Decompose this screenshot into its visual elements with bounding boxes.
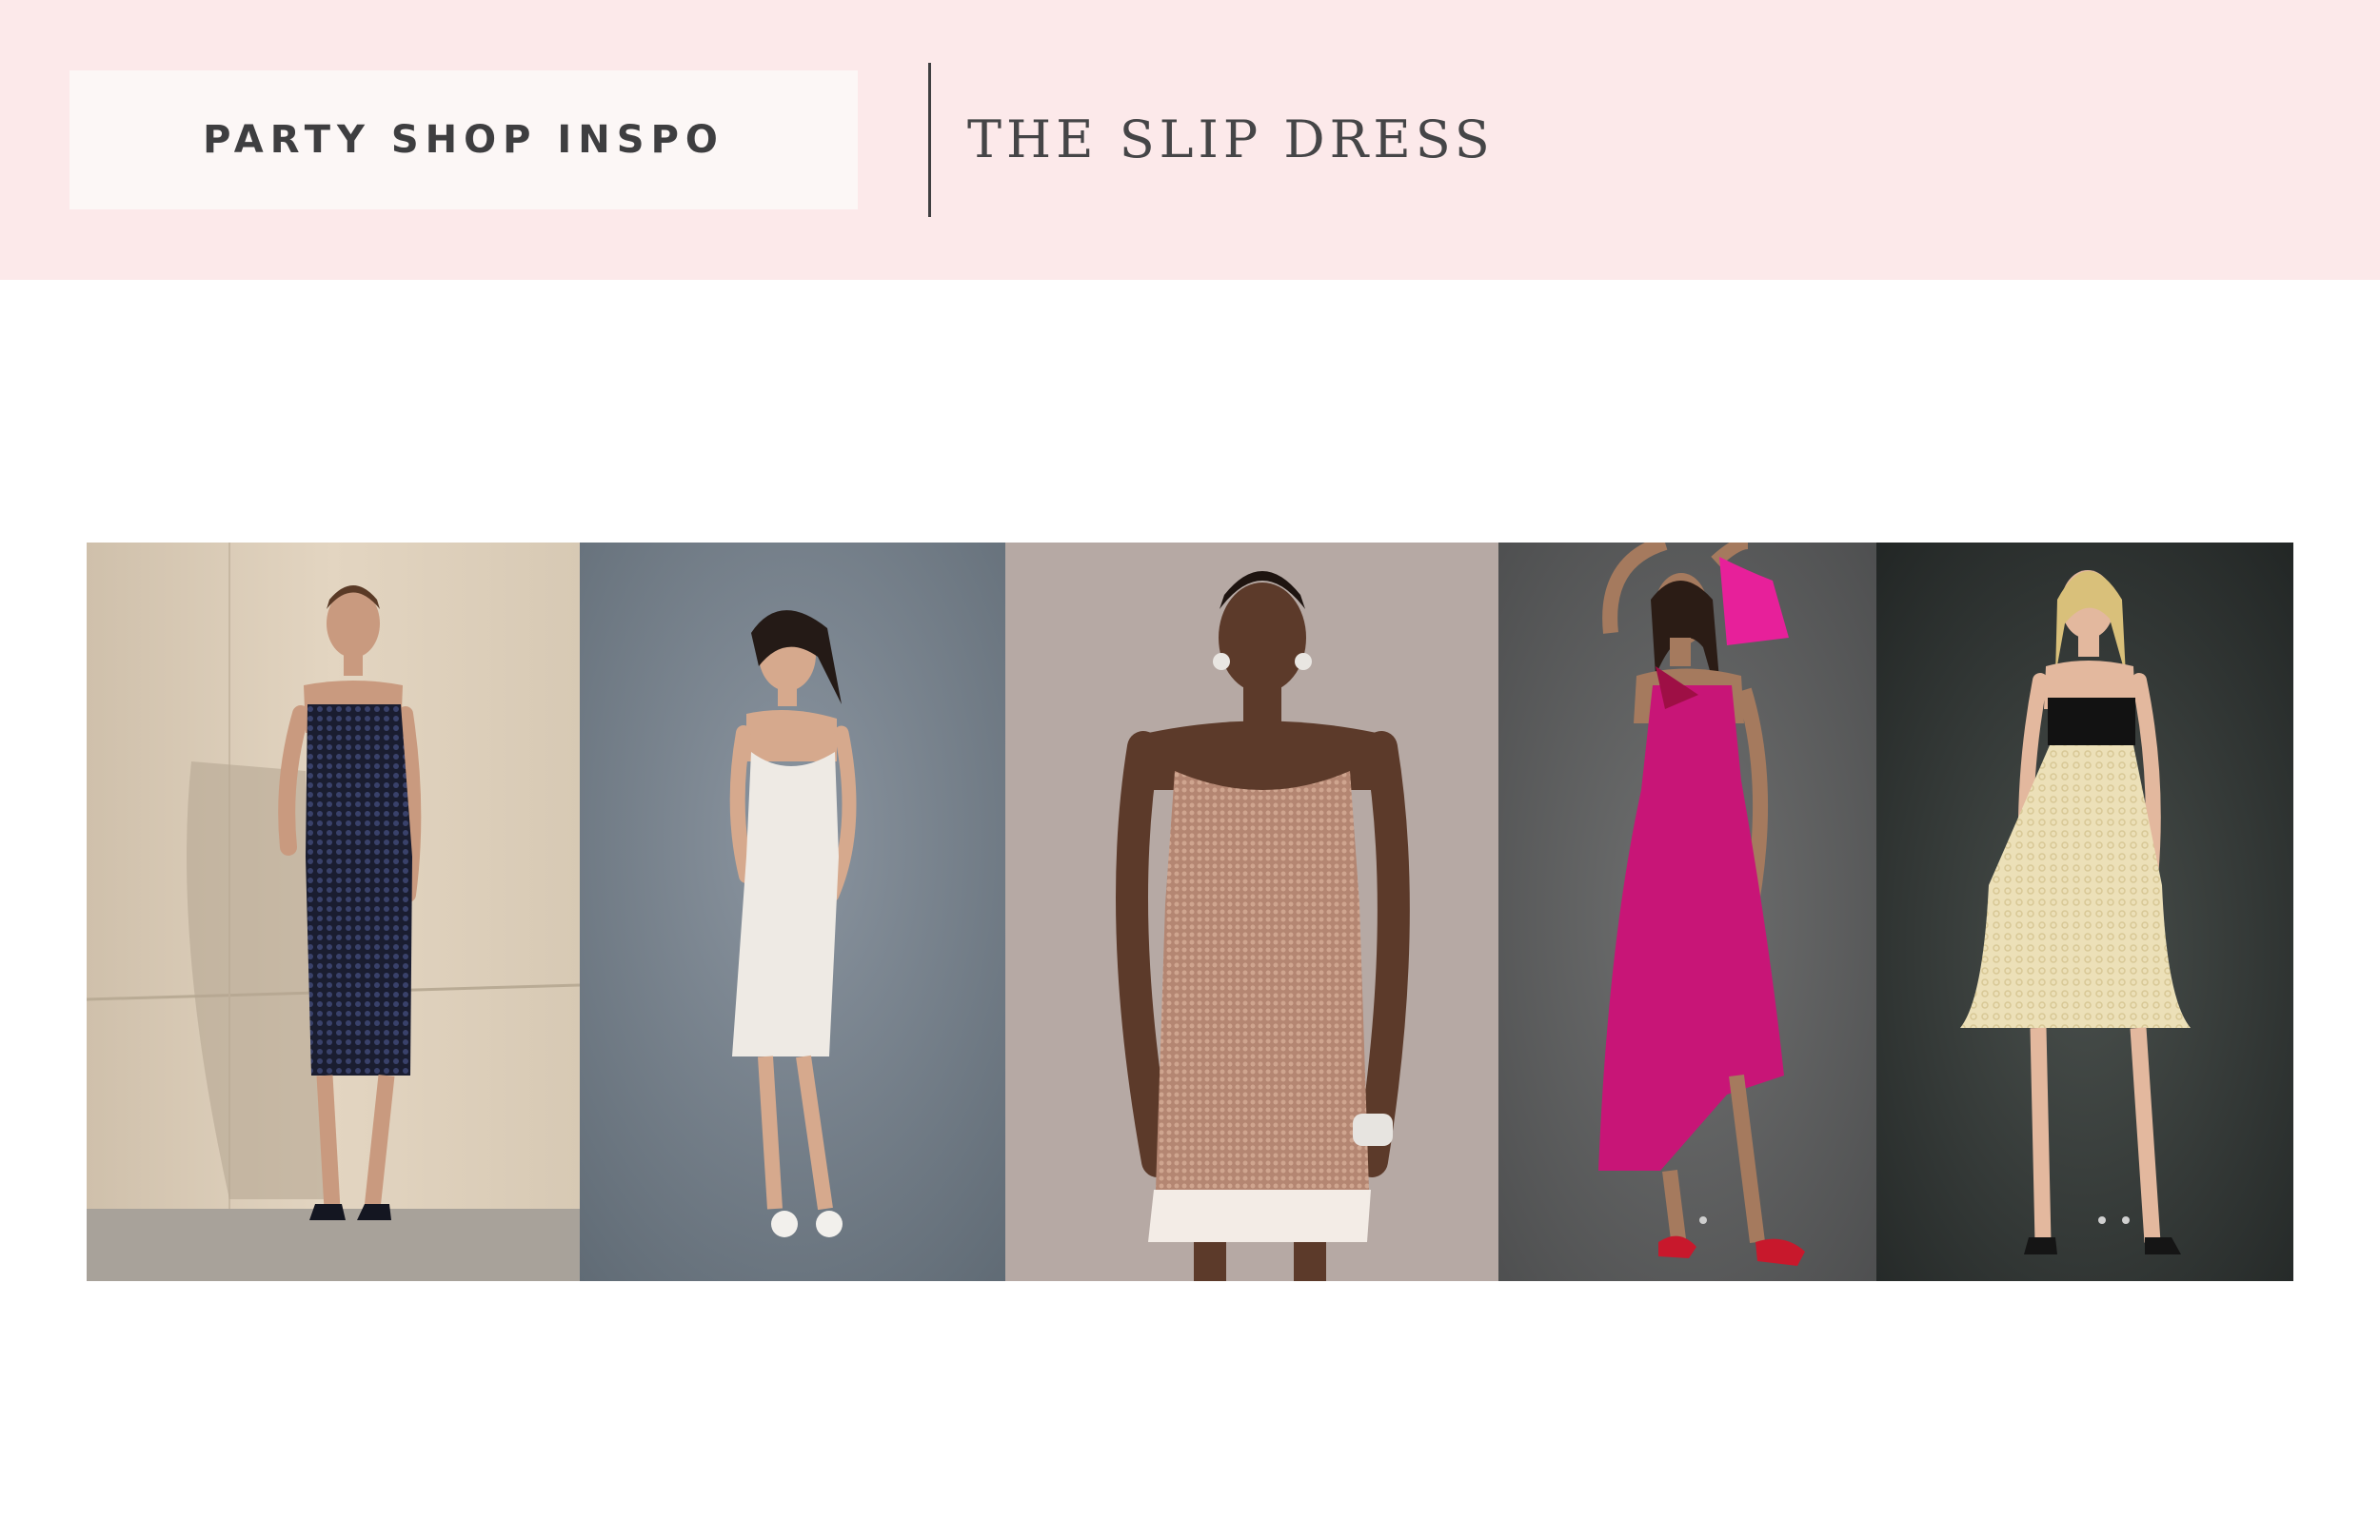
photo-black-sequin-slip-dress[interactable]	[87, 543, 580, 1281]
header-band: PARTY SHOP INSPO THE SLIP DRESS	[0, 0, 2380, 280]
cream-lace-dress-image	[1876, 543, 2293, 1281]
dress-gallery	[87, 543, 2293, 1281]
section-label-box: PARTY SHOP INSPO	[69, 70, 858, 209]
section-label: PARTY SHOP INSPO	[203, 118, 724, 162]
photo-blush-sequin-slip-dress[interactable]	[1005, 543, 1498, 1281]
magenta-satin-dress-image	[1498, 543, 1876, 1281]
photo-white-lace-slip-dress[interactable]	[580, 543, 1005, 1281]
black-sequin-dress-image	[87, 543, 580, 1281]
header-divider	[928, 63, 931, 217]
page-title: THE SLIP DRESS	[967, 109, 1495, 169]
photo-cream-lace-babydoll-dress[interactable]	[1876, 543, 2293, 1281]
photo-magenta-satin-slip-dress[interactable]	[1498, 543, 1876, 1281]
white-lace-dress-image	[580, 543, 1005, 1281]
blush-sequin-dress-image	[1005, 543, 1498, 1281]
